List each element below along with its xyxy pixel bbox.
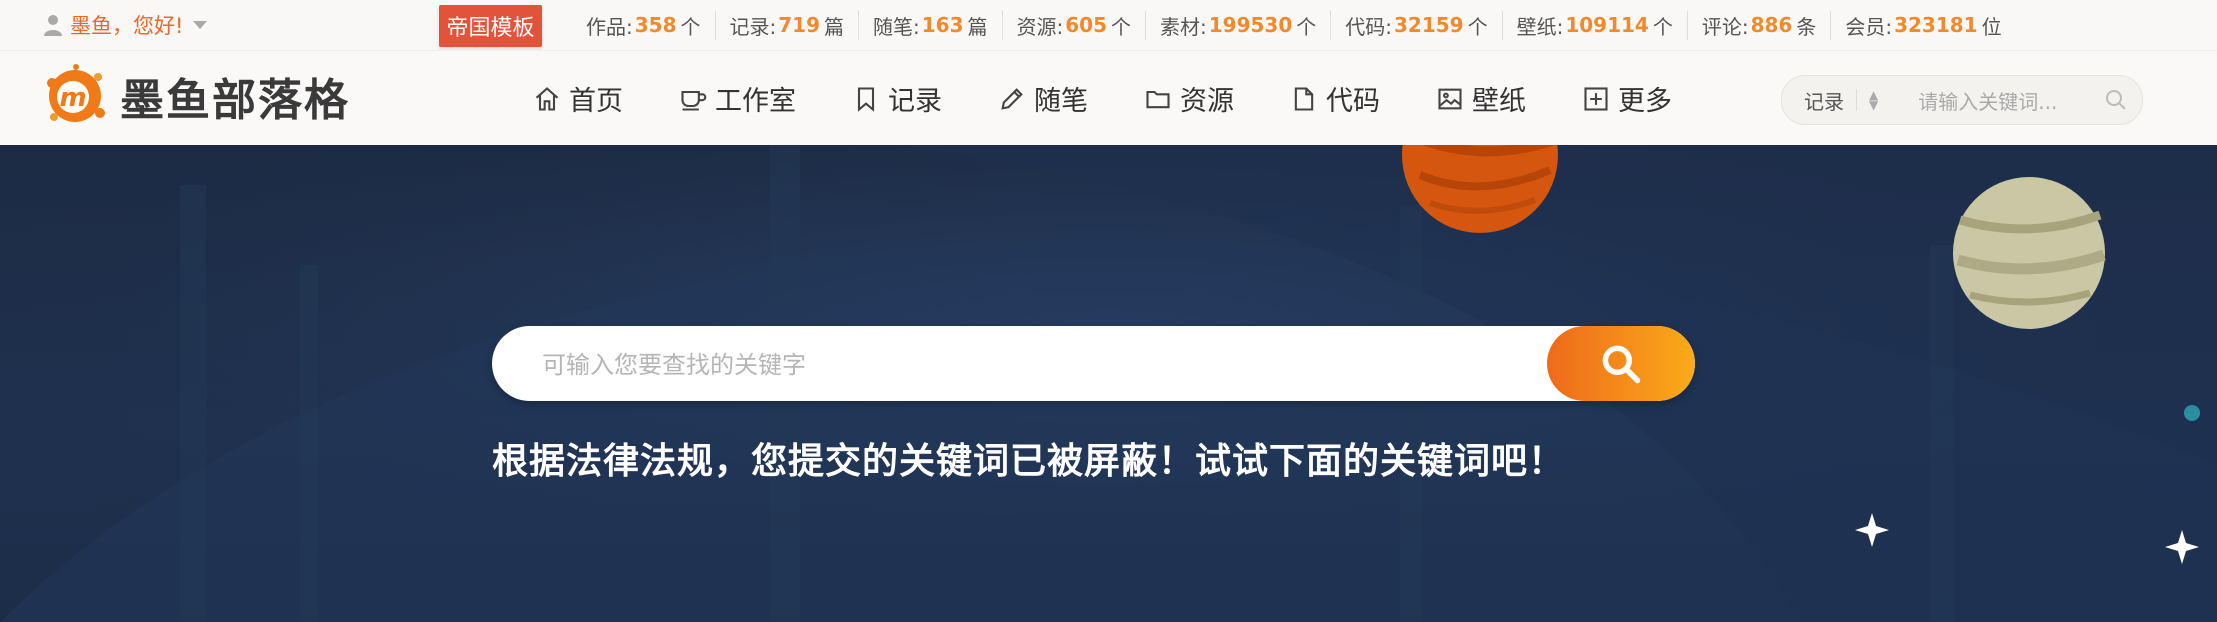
stat-item: 作品: 358 个 [570, 11, 715, 40]
file-icon [1294, 86, 1314, 111]
main-search-input[interactable] [540, 326, 1544, 401]
stat-value: 199530 [1208, 13, 1293, 37]
stat-label: 资源: [1016, 14, 1064, 39]
stat-item: 评论: 886 条 [1686, 10, 1831, 40]
search-icon [1602, 345, 1641, 383]
stat-item: 素材: 199530 个 [1145, 10, 1330, 40]
cup-icon [681, 90, 707, 111]
nav-item-label: 资源 [1180, 86, 1234, 117]
main-nav: m 墨鱼部落格 首页 工作室 记录 随笔 资源 代码 壁纸 更多 记录 ▲ ▼ … [0, 50, 2217, 146]
stat-label: 代码: [1345, 14, 1392, 39]
nav-item-wallpaper[interactable]: 壁纸 [1436, 79, 1526, 118]
stat-value: 109114 [1565, 13, 1649, 37]
header-search: 记录 ▲ ▼ 请输入关键词... [1781, 75, 2143, 125]
pencil-icon [1001, 87, 1023, 110]
stat-label: 随笔: [873, 14, 920, 39]
nav-item-label: 记录 [888, 86, 942, 117]
nav-item-label: 代码 [1326, 86, 1380, 117]
user-icon [44, 15, 62, 36]
stat-item: 代码: 32159 个 [1330, 10, 1501, 40]
stat-item: 资源: 605 个 [1001, 10, 1146, 40]
search-category-select[interactable]: 记录 [1804, 86, 1844, 115]
nav-menu: 首页 工作室 记录 随笔 资源 代码 壁纸 更多 [533, 51, 1728, 146]
stat-label: 壁纸: [1516, 14, 1564, 39]
nav-item-code[interactable]: 代码 [1290, 79, 1380, 118]
stat-item: 记录: 719 篇 [714, 10, 859, 40]
empire-template-badge[interactable]: 帝国模板 [439, 5, 542, 47]
nav-item-more[interactable]: 更多 [1582, 79, 1672, 118]
stat-value: 886 [1750, 13, 1793, 37]
site-stats: 作品: 358 个 记录: 719 篇 随笔: 163 篇 资源: 605 个 … [570, 0, 2016, 50]
folder-icon [1146, 90, 1170, 108]
nav-item-home[interactable]: 首页 [533, 79, 623, 118]
stat-unit: 个 [1467, 14, 1488, 39]
select-arrows-icon[interactable]: ▲ ▼ [1869, 89, 1878, 111]
nav-item-essays[interactable]: 随笔 [998, 79, 1088, 118]
header-search-input[interactable]: 请输入关键词... [1918, 86, 2057, 115]
stat-label: 记录: [729, 14, 777, 39]
stat-value: 719 [778, 13, 820, 37]
pale-planet [1953, 177, 2106, 329]
stat-item: 壁纸: 109114 个 [1501, 10, 1687, 40]
stat-label: 素材: [1160, 14, 1207, 39]
star [2184, 405, 2200, 421]
bookmark-icon [857, 86, 875, 112]
image-icon [1438, 88, 1462, 109]
stat-item: 会员: 323181 位 [1830, 10, 2015, 40]
stat-unit: 篇 [824, 14, 844, 39]
stat-unit: 个 [1652, 14, 1673, 39]
stat-value: 358 [634, 13, 677, 37]
user-menu[interactable]: 墨鱼，您好! [44, 9, 208, 41]
stat-value: 163 [921, 13, 964, 37]
stat-value: 32159 [1394, 13, 1464, 37]
logo-text: 墨鱼部落格 [120, 75, 350, 126]
stat-unit: 条 [1796, 14, 1817, 39]
divider [1856, 89, 1857, 111]
stat-value: 605 [1065, 13, 1107, 37]
top-bar: 墨鱼，您好! 帝国模板 作品: 358 个 记录: 719 篇 随笔: 163 … [0, 0, 2217, 50]
nav-item-label: 首页 [569, 86, 623, 117]
search-icon[interactable] [2104, 88, 2128, 112]
stat-unit: 篇 [967, 14, 988, 39]
site-logo[interactable]: m 墨鱼部落格 [40, 61, 350, 131]
nav-item-label: 更多 [1618, 86, 1672, 117]
stat-label: 评论: [1701, 14, 1749, 39]
stat-label: 会员: [1845, 14, 1893, 39]
nav-item-label: 随笔 [1034, 86, 1088, 117]
stat-unit: 个 [680, 14, 701, 39]
nav-item-label: 壁纸 [1472, 86, 1526, 117]
main-search-button[interactable] [1547, 326, 1695, 401]
caret-down-icon[interactable] [193, 21, 208, 29]
nav-item-records[interactable]: 记录 [852, 79, 942, 118]
stat-item: 随笔: 163 篇 [858, 10, 1002, 40]
stat-unit: 个 [1296, 14, 1317, 39]
stat-label: 作品: [586, 14, 633, 39]
stat-value: 323181 [1894, 13, 1978, 37]
blocked-keyword-notice: 根据法律法规，您提交的关键词已被屏蔽！试试下面的关键词吧！ [492, 441, 1566, 482]
nav-item-resources[interactable]: 资源 [1144, 79, 1234, 118]
nav-item-label: 工作室 [715, 86, 796, 117]
svg-text:m: m [59, 83, 86, 113]
stat-unit: 位 [1981, 14, 2002, 39]
search-hero: 根据法律法规，您提交的关键词已被屏蔽！试试下面的关键词吧！ [0, 145, 2217, 622]
logo-icon: m [47, 64, 105, 122]
stat-unit: 个 [1111, 14, 1131, 39]
user-greeting[interactable]: 墨鱼，您好! [70, 10, 183, 40]
main-search-bar [492, 326, 1695, 401]
home-icon [535, 86, 559, 111]
nav-item-studio[interactable]: 工作室 [679, 79, 796, 118]
plus-square-icon [1584, 86, 1608, 111]
